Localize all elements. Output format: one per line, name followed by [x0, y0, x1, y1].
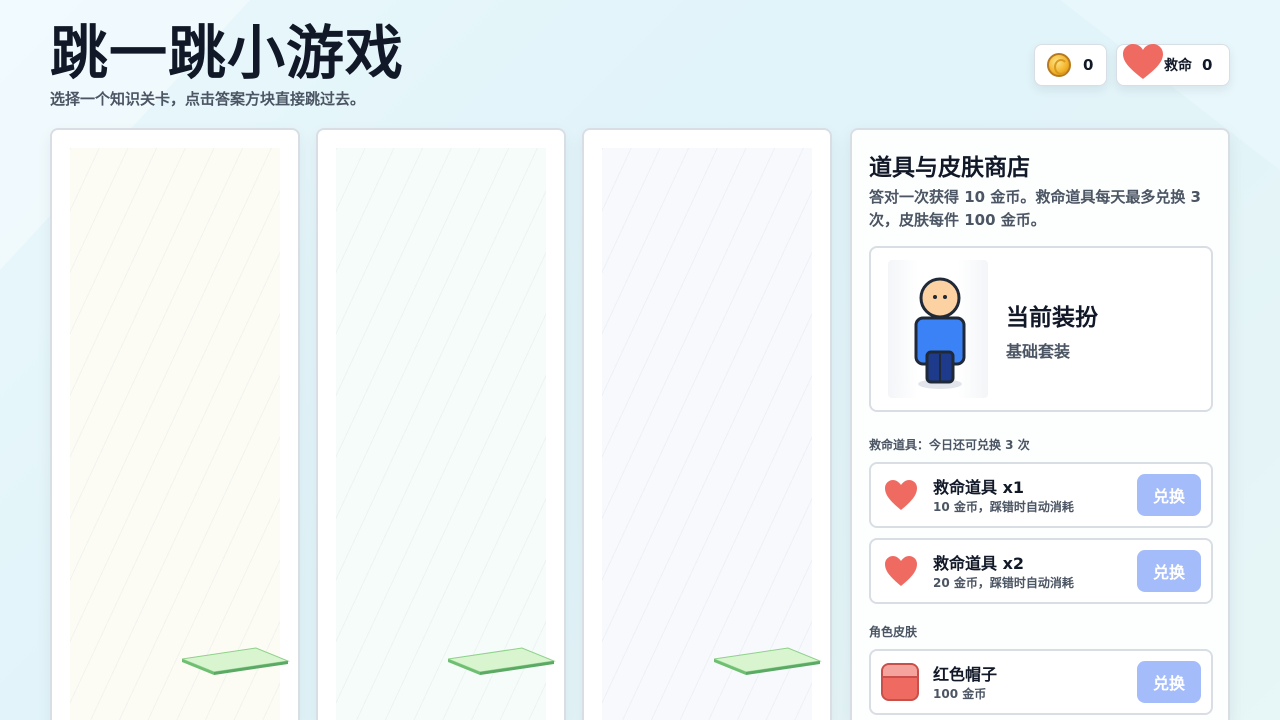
level-stage [602, 148, 822, 720]
page-title: 跳一跳小游戏 [50, 19, 405, 87]
redeem-button[interactable]: 兑换 [1137, 661, 1201, 703]
coin-count: 0 [1083, 56, 1094, 74]
redeem-button[interactable]: 兑换 [1137, 474, 1201, 516]
item-name: 救命道具 x2 [933, 554, 1025, 573]
red-hat-icon [881, 663, 919, 701]
platform-block [448, 647, 556, 675]
rescue-section-label: 救命道具：今日还可兑换 3 次 [869, 438, 1030, 452]
level-card-1[interactable] [50, 128, 300, 720]
platform-block [714, 647, 822, 675]
level-stage [70, 148, 290, 720]
item-name: 红色帽子 [933, 665, 998, 684]
redeem-button[interactable]: 兑换 [1137, 550, 1201, 592]
item-desc: 20 金币，踩错时自动消耗 [933, 576, 1074, 590]
level-stage [336, 148, 556, 720]
life-count: 0 [1202, 56, 1213, 74]
heart-icon [885, 480, 917, 510]
shop-item-rescue-2: 救命道具 x2 20 金币，踩错时自动消耗 兑换 [869, 538, 1213, 604]
character-icon [914, 277, 966, 389]
coin-icon [1047, 53, 1071, 77]
shop-panel: 道具与皮肤商店 答对一次获得 10 金币。救命道具每天最多兑换 3 次，皮肤每件… [850, 128, 1230, 720]
shop-item-skin-red-hat: 红色帽子 100 金币 兑换 [869, 649, 1213, 715]
item-name: 救命道具 x1 [933, 478, 1025, 497]
coin-counter: 0 [1034, 44, 1107, 86]
shop-item-rescue-1: 救命道具 x1 10 金币，踩错时自动消耗 兑换 [869, 462, 1213, 528]
item-desc: 100 金币 [933, 687, 987, 701]
level-card-2[interactable] [316, 128, 566, 720]
avatar-preview [888, 260, 988, 398]
skin-section-label: 角色皮肤 [869, 625, 918, 639]
shop-description: 答对一次获得 10 金币。救命道具每天最多兑换 3 次，皮肤每件 100 金币。 [869, 188, 1201, 229]
platform-block [182, 647, 290, 675]
heart-icon [1123, 44, 1163, 79]
level-card-3[interactable] [582, 128, 832, 720]
page-subtitle: 选择一个知识关卡，点击答案方块直接跳过去。 [50, 90, 366, 108]
current-outfit-title: 当前装扮 [1006, 305, 1098, 331]
item-desc: 10 金币，踩错时自动消耗 [933, 500, 1074, 514]
shop-title: 道具与皮肤商店 [869, 155, 1030, 181]
heart-icon [885, 556, 917, 586]
current-outfit-card: 当前装扮 基础套装 [869, 246, 1213, 412]
current-outfit-name: 基础套装 [1006, 342, 1071, 361]
life-counter: 救命 0 [1116, 44, 1230, 86]
life-label: 救命 [1164, 58, 1192, 74]
